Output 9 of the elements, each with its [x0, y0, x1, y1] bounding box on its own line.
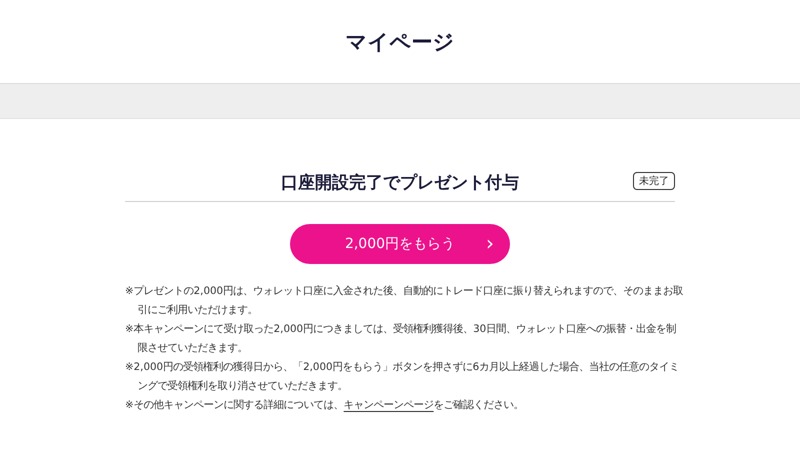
claim-button[interactable]: 2,000円をもらう › — [290, 224, 510, 264]
note-text: ※その他キャンペーンに関する詳細については、キャンペーンページをご確認ください。 — [125, 398, 525, 413]
note-text: ※本キャンペーンにて受け取った2,000円につきましては、受領権利獲得後、30日間、ウォレット口座への振替・出金を制限させていただきます。 — [125, 322, 678, 356]
page-title: マイページ — [346, 28, 454, 56]
note-text: ※2,000円の受領権利の獲得日から、「2,000円をもらう」ボタンを押さずに6カ月以上経過した場合、当社の任意のタイミングで受領権利を取り消させていただきます。 — [125, 360, 680, 394]
campaign-link[interactable]: キャンペーンページ — [344, 399, 434, 411]
status-badge: 未完了 — [633, 172, 675, 190]
campaign-title: 口座開設完了でプレゼント付与 — [281, 172, 519, 194]
note-text: ※プレゼントの2,000円は、ウォレット口座に入金された後、自動的にトレード口座に振り替えられますので、そのままお取引にご利用いただけます。 — [125, 284, 684, 318]
